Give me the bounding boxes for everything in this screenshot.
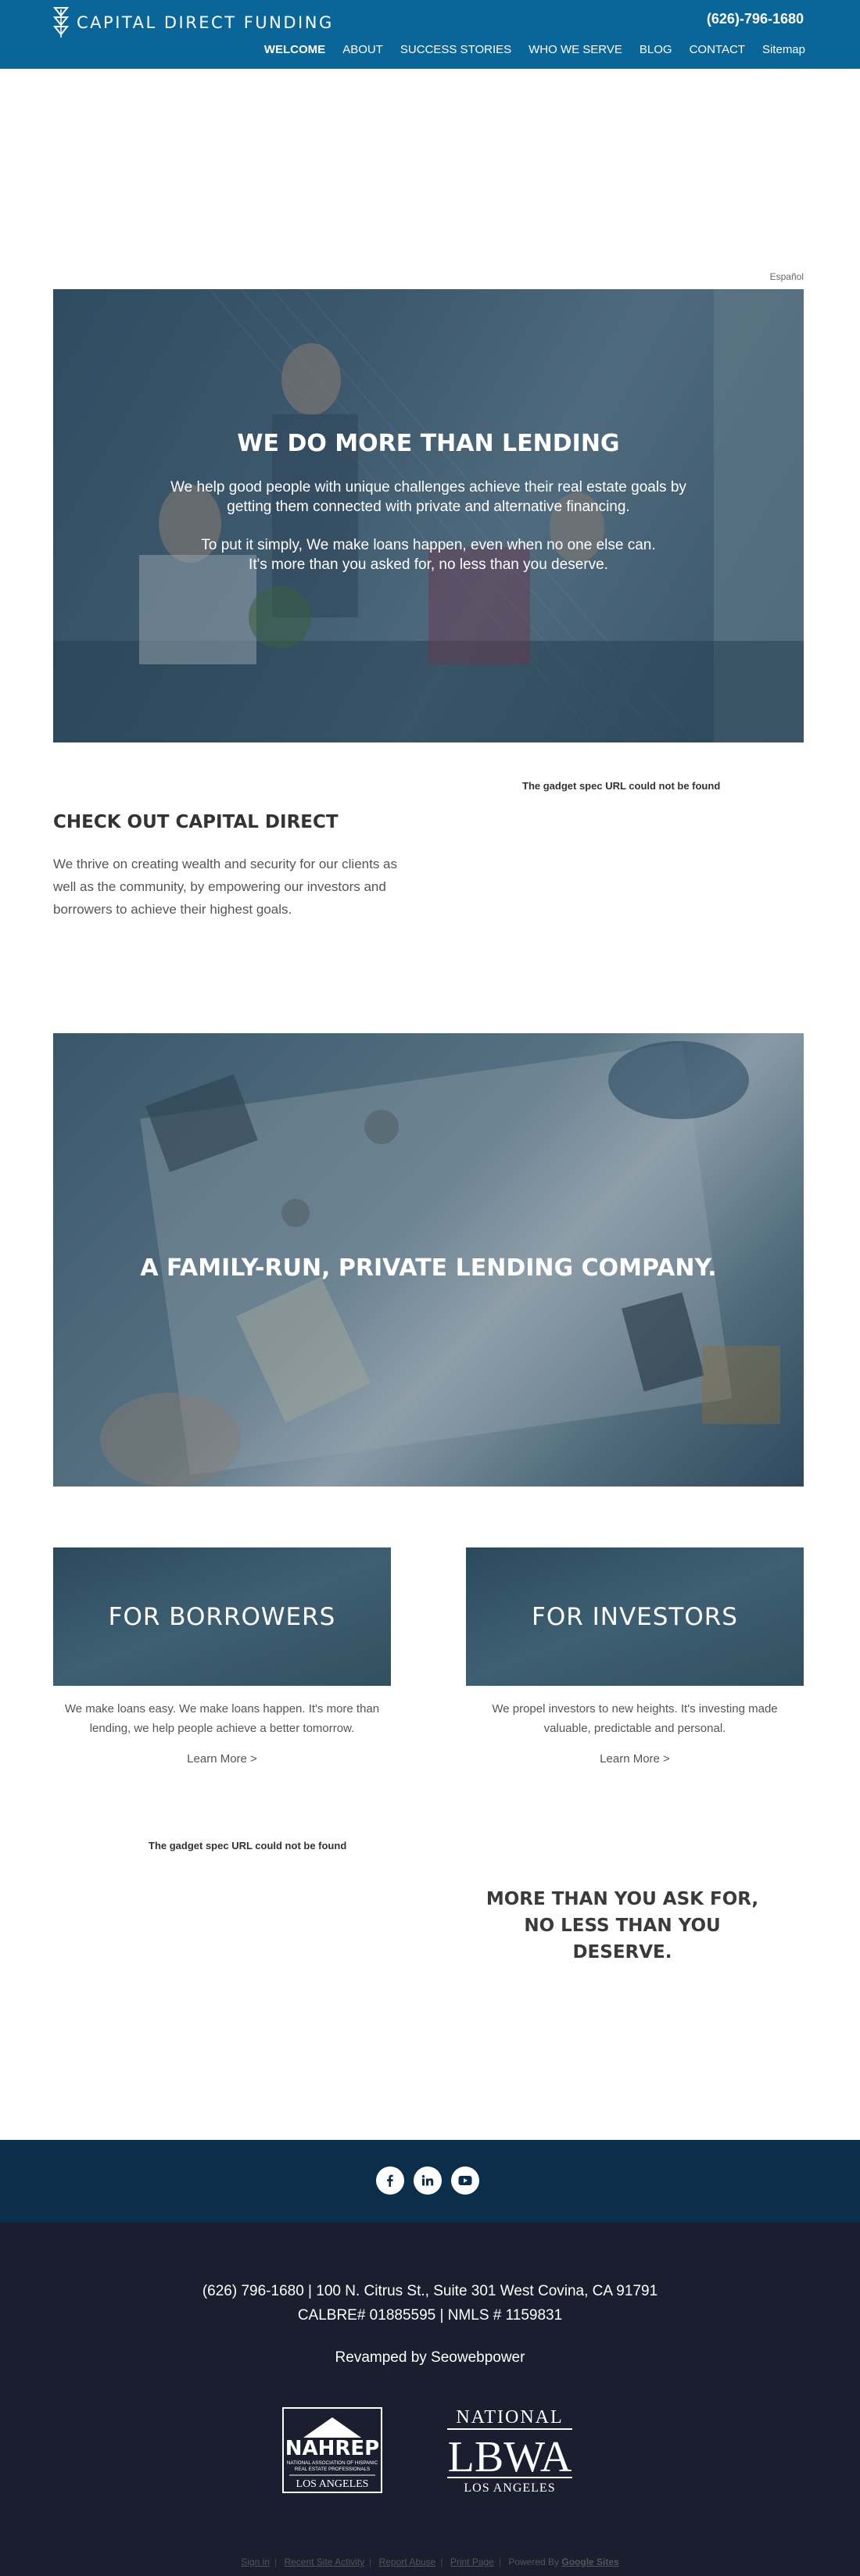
hero-content: WE DO MORE THAN LENDING We help good peo… (53, 430, 804, 574)
site-header: CAPITAL DIRECT FUNDING (626)-796-1680 WE… (0, 0, 860, 69)
recent-activity-link[interactable]: Recent Site Activity (284, 2556, 364, 2567)
powered-by-label: Powered By (508, 2556, 560, 2567)
family-title: A FAMILY-RUN, PRIVATE LENDING COMPANY. (140, 1254, 717, 1282)
footer-license: CALBRE# 01885595 | NMLS # 1159831 (297, 2307, 563, 2324)
footer-revamped[interactable]: Revamped by Seowebpower (0, 2349, 860, 2367)
youtube-button[interactable] (451, 2166, 479, 2195)
family-banner: A FAMILY-RUN, PRIVATE LENDING COMPANY. (53, 1033, 804, 1487)
hero-banner: WE DO MORE THAN LENDING We help good peo… (53, 289, 804, 742)
sign-in-link[interactable]: Sign in (241, 2556, 270, 2567)
lbwa-top: NATIONAL (456, 2407, 563, 2428)
lbwa-city: LOS ANGELES (464, 2481, 555, 2495)
tagline-line-2: NO LESS THAN YOU (524, 1916, 721, 1936)
section-text-check-out: We thrive on creating wealth and securit… (53, 857, 398, 917)
social-band (0, 2140, 860, 2223)
nahrep-subtitle-2: REAL ESTATE PROFESSIONALS (295, 2467, 370, 2472)
gadget-error-message: The gadget spec URL could not be found (522, 780, 721, 792)
investors-learn-more-link[interactable]: Learn More > (466, 1752, 804, 1766)
nahrep-logo[interactable]: NAHREP NATIONAL ASSOCIATION OF HISPANIC … (281, 2406, 383, 2494)
site-logo[interactable]: CAPITAL DIRECT FUNDING (53, 6, 334, 39)
lbwa-title: LBWA (448, 2433, 572, 2481)
hero-title: WE DO MORE THAN LENDING (237, 430, 620, 457)
linkedin-button[interactable] (414, 2166, 442, 2195)
youtube-icon (458, 2176, 472, 2185)
nahrep-title: NAHREP (285, 2437, 379, 2460)
report-abuse-link[interactable]: Report Abuse (379, 2556, 436, 2567)
section-title-check-out: CHECK OUT CAPITAL DIRECT (53, 812, 339, 832)
footer-address: (626) 796-1680 | 100 N. Citrus St., Suit… (202, 2283, 658, 2299)
card-borrowers-image[interactable]: FOR BORROWERS (53, 1547, 391, 1686)
site-footer: (626) 796-1680 | 100 N. Citrus St., Suit… (0, 2223, 860, 2576)
logo-mark-icon (53, 7, 69, 38)
tagline: MORE THAN YOU ASK FOR, NO LESS THAN YOU … (466, 1886, 779, 1966)
card-investors-title: FOR INVESTORS (532, 1602, 738, 1631)
card-investors-text: We propel investors to new heights. It's… (492, 1702, 778, 1735)
google-sites-links: Sign in | Recent Site Activity | Report Ab… (241, 2556, 619, 2567)
nav-about[interactable]: ABOUT (342, 43, 383, 56)
hero-line-2: getting them connected with private and … (227, 499, 630, 515)
nav-blog[interactable]: BLOG (640, 43, 672, 56)
facebook-icon (387, 2174, 393, 2187)
card-borrowers-title: FOR BORROWERS (108, 1602, 336, 1631)
header-phone[interactable]: (626)-796-1680 (707, 11, 804, 27)
google-sites-link[interactable]: Google Sites (561, 2556, 618, 2567)
language-link[interactable]: Español (770, 271, 804, 282)
logo-text: CAPITAL DIRECT FUNDING (77, 13, 334, 32)
social-links (376, 2166, 479, 2195)
tagline-line-3: DESERVE. (572, 1942, 672, 1962)
nav-sitemap[interactable]: Sitemap (762, 43, 805, 56)
nav-who-we-serve[interactable]: WHO WE SERVE (529, 43, 622, 56)
hero-line-4: It's more than you asked for, no less th… (249, 556, 608, 573)
linkedin-icon (421, 2175, 434, 2186)
nahrep-city: LOS ANGELES (296, 2478, 369, 2490)
main-nav: WELCOME ABOUT SUCCESS STORIES WHO WE SER… (264, 43, 805, 56)
nav-contact[interactable]: CONTACT (690, 43, 745, 56)
nav-welcome[interactable]: WELCOME (264, 43, 325, 56)
affiliation-badges: NAHREP NATIONAL ASSOCIATION OF HISPANIC … (281, 2404, 579, 2496)
card-investors-image[interactable]: FOR INVESTORS (466, 1547, 804, 1686)
card-borrowers: FOR BORROWERS We make loans easy. We mak… (53, 1547, 391, 1766)
lbwa-logo[interactable]: NATIONAL LBWA LOS ANGELES (441, 2404, 579, 2496)
card-investors: FOR INVESTORS We propel investors to new… (466, 1547, 804, 1766)
hero-line-3: To put it simply, We make loans happen, … (201, 537, 656, 553)
tagline-line-1: MORE THAN YOU ASK FOR, (486, 1889, 759, 1909)
print-page-link[interactable]: Print Page (450, 2556, 494, 2567)
borrowers-learn-more-link[interactable]: Learn More > (53, 1752, 391, 1766)
hero-line-1: We help good people with unique challeng… (170, 479, 686, 496)
card-borrowers-text: We make loans easy. We make loans happen… (64, 1702, 380, 1735)
nahrep-subtitle-1: NATIONAL ASSOCIATION OF HISPANIC (287, 2460, 378, 2466)
facebook-button[interactable] (376, 2166, 404, 2195)
gadget-error-message-2: The gadget spec URL could not be found (149, 1840, 347, 1852)
nav-success-stories[interactable]: SUCCESS STORIES (400, 43, 511, 56)
